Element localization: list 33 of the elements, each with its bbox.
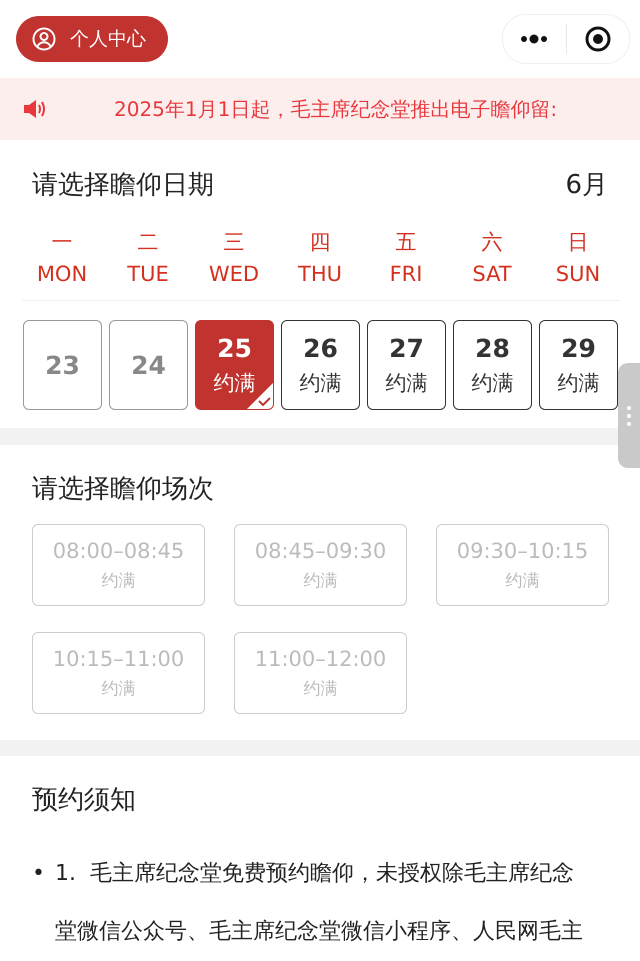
month-label: 6月: [565, 168, 608, 202]
notice-paragraph: 1. 毛主席纪念堂免费预约瞻仰，未授权除毛主席纪念堂微信公众号、毛主席纪念堂微信小程序、人民网毛主: [54, 860, 584, 946]
more-vertical-icon: [626, 404, 632, 426]
date-option[interactable]: 28 约满: [453, 320, 532, 410]
weekday-label: 一: [52, 229, 72, 256]
weekday-label: 日: [568, 229, 588, 256]
date-option[interactable]: 29 约满: [539, 320, 618, 410]
weekday-label: MON: [36, 261, 88, 288]
profile-button[interactable]: 个人中心: [16, 16, 168, 62]
bullet: •: [32, 860, 45, 888]
user-icon: [32, 27, 56, 51]
weekday-label: 六: [482, 229, 502, 256]
more-icon: [520, 34, 548, 44]
announcement-text: 2025年1月1日起，毛主席纪念堂推出电子瞻仰留:: [114, 96, 558, 122]
weekday-label: 四: [310, 229, 330, 256]
weekday-label: SAT: [472, 261, 512, 288]
section-title: 请选择瞻仰场次: [32, 474, 214, 504]
section-title: 请选择瞻仰日期: [32, 168, 214, 202]
weekday-label: SUN: [556, 261, 600, 288]
weekday-label: 三: [224, 229, 244, 256]
date-option[interactable]: 26 约满: [281, 320, 360, 410]
speaker-icon: [22, 98, 48, 120]
weekday-label: 五: [396, 229, 416, 256]
weekday-label: TUE: [127, 261, 169, 288]
weekday-label: 二: [138, 229, 158, 256]
weekday-label: WED: [208, 261, 260, 288]
date-option[interactable]: 25 约满: [195, 320, 274, 410]
close-icon: [584, 26, 611, 52]
side-handle[interactable]: [618, 363, 640, 468]
weekday-label: THU: [298, 261, 342, 288]
date-option[interactable]: 27 约满: [367, 320, 446, 410]
section-title: 预约须知: [32, 785, 136, 815]
weekday-label: FRI: [390, 261, 422, 288]
